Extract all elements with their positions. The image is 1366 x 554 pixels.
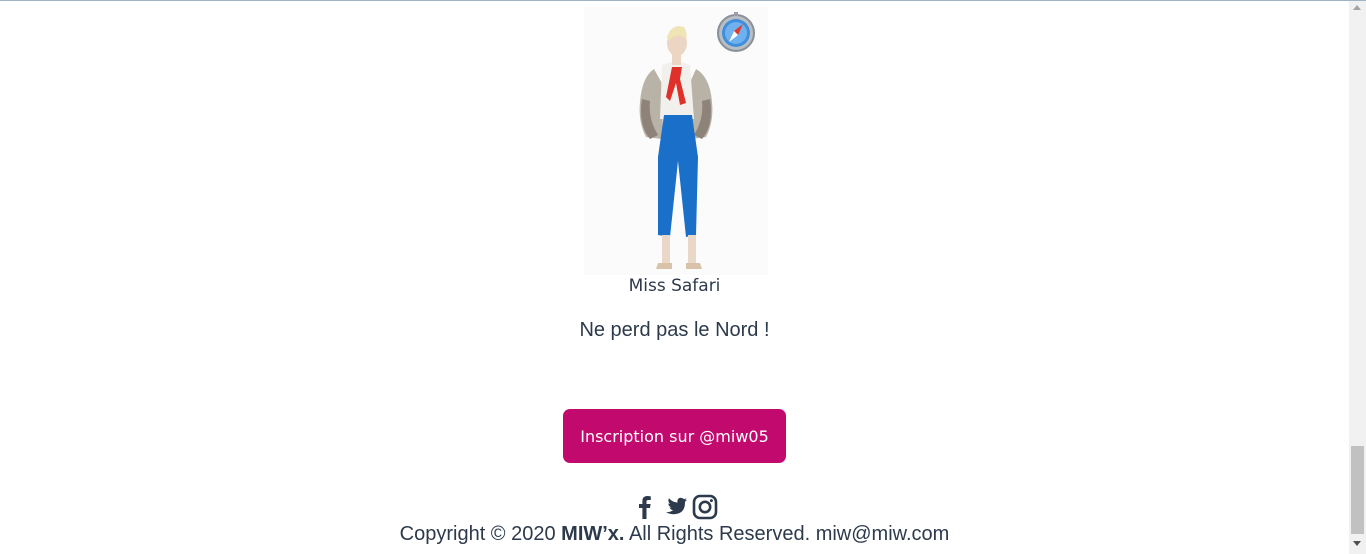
facebook-icon[interactable] (632, 494, 658, 520)
safari-compass-icon (715, 10, 757, 52)
footer-copyright: Copyright © 2020 MIW’x. All Rights Reser… (0, 523, 1349, 546)
social-links (0, 494, 1349, 520)
signup-button[interactable]: Inscription sur @miw05 (563, 409, 786, 463)
instagram-icon[interactable] (692, 494, 718, 520)
copyright-suffix: All Rights Reserved. miw@miw.com (624, 523, 950, 545)
copyright-prefix: Copyright © 2020 (399, 523, 562, 545)
product-tagline: Ne perd pas le Nord ! (579, 319, 770, 341)
scrollbar-thumb[interactable] (1351, 446, 1364, 534)
page-content: Miss Safari Ne perd pas le Nord ! Inscri… (0, 0, 1349, 554)
product-caption: Miss Safari (628, 276, 721, 296)
scroll-down-arrow[interactable] (1353, 541, 1361, 546)
scroll-up-arrow[interactable] (1353, 5, 1361, 10)
brand-name: MIW’x. (561, 523, 625, 545)
twitter-icon[interactable] (662, 494, 688, 520)
